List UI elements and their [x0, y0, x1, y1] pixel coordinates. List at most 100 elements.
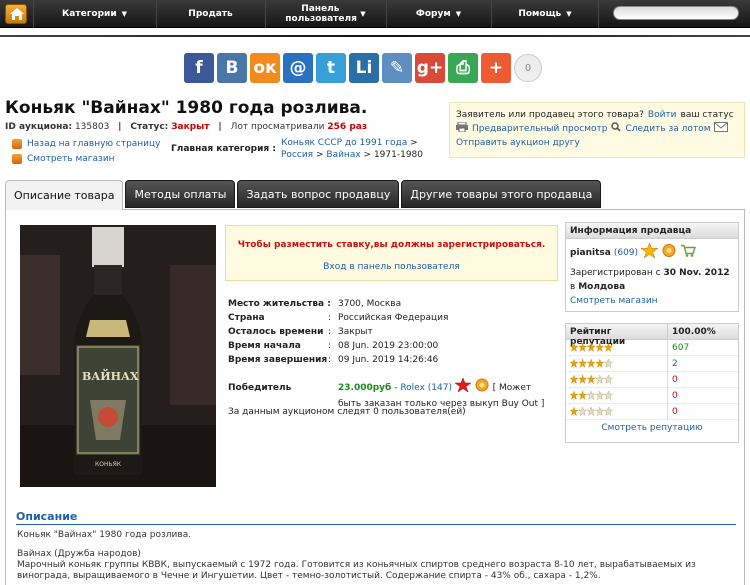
- description-heading: Описание: [16, 510, 78, 523]
- reputation-stars: [566, 339, 668, 356]
- registered-in: в: [570, 282, 576, 292]
- home-button[interactable]: [5, 4, 27, 24]
- badge-icon: [474, 378, 490, 397]
- vkontakte-icon: B: [225, 58, 239, 78]
- twitter-share-button[interactable]: t: [316, 53, 346, 83]
- star-rating-icon: [570, 407, 613, 416]
- end-colon: :: [328, 355, 332, 365]
- print-icon: [456, 121, 468, 137]
- reputation-count: 2: [672, 358, 678, 369]
- print-icon: ⎙: [456, 58, 470, 78]
- livejournal-icon: Li: [355, 58, 373, 78]
- print-share-button[interactable]: ⎙: [448, 53, 478, 83]
- status-label: Статус:: [130, 122, 169, 132]
- registered-prefix: Зарегистрирован с: [570, 268, 661, 278]
- user-panel-login-link[interactable]: Вход в панель пользователя: [226, 262, 557, 272]
- country-colon: :: [328, 313, 332, 323]
- shop-link[interactable]: Смотреть магазин: [27, 154, 115, 164]
- nav-forum-label: Форум: [415, 9, 451, 19]
- tab-ask-seller[interactable]: Задать вопрос продавцу: [237, 180, 400, 208]
- tab-description[interactable]: Описание товара: [5, 180, 124, 210]
- facebook-icon: f: [195, 58, 203, 78]
- star-rating-icon: [570, 391, 613, 400]
- nav-forum[interactable]: Форум ▼: [386, 0, 490, 28]
- livejournal-share-button[interactable]: Li: [349, 53, 379, 83]
- winner-separator: -: [394, 383, 398, 393]
- watch-link[interactable]: Следить за лотом: [625, 123, 710, 136]
- status-value: Закрыт: [171, 122, 210, 132]
- breadcrumb-sep: >: [410, 138, 418, 148]
- star-rating-icon: [570, 343, 613, 352]
- badge-icon: [661, 243, 677, 263]
- vkontakte-share-button[interactable]: B: [217, 53, 247, 83]
- seller-name-row: pianitsa (609): [570, 242, 734, 263]
- nav-user-panel-label: Панель пользователя: [285, 4, 357, 24]
- seller-rating-link[interactable]: (609): [614, 246, 638, 260]
- nav-user-panel[interactable]: Панель пользователя ▼: [265, 0, 385, 28]
- cart-icon: [680, 243, 697, 263]
- preview-watch-row: Предварительный просмотр Следить за лото…: [456, 121, 738, 137]
- twitter-icon: t: [326, 58, 336, 78]
- preview-link[interactable]: Предварительный просмотр: [472, 123, 607, 136]
- shop-link-row[interactable]: Смотреть магазин: [12, 154, 115, 164]
- register-notice: Чтобы разместить ставку,вы должны зареги…: [225, 225, 558, 281]
- reputation-row: 0: [566, 371, 738, 388]
- search-input[interactable]: [613, 6, 739, 20]
- seller-name[interactable]: pianitsa: [570, 246, 611, 260]
- winner-rating-link[interactable]: (147): [428, 383, 452, 393]
- google-plus-share-button[interactable]: g+: [415, 53, 445, 83]
- back-link-row[interactable]: Назад на главную страницу: [12, 139, 160, 149]
- seller-status-box: Заявитель или продавец этого товара? Вой…: [449, 102, 745, 158]
- star-rating-icon: [570, 359, 613, 368]
- back-link[interactable]: Назад на главную страницу: [27, 139, 160, 149]
- reputation-header: Рейтинг репутации 100.00%: [566, 324, 738, 347]
- bottle-illustration: [20, 225, 216, 487]
- id-label: ID аукциона:: [5, 122, 73, 132]
- reputation-count: 0: [672, 406, 678, 417]
- tabs: Описание товара Методы оплаты Задать воп…: [5, 180, 602, 210]
- end-label: Время завершения: [228, 355, 328, 365]
- start-colon: :: [328, 341, 332, 351]
- reputation-box: Рейтинг репутации 100.00% 607 2 0 0 0 Смотре…: [565, 323, 739, 443]
- winner-name-link[interactable]: Rolex: [400, 383, 425, 393]
- tab-payment-methods[interactable]: Методы оплаты: [125, 180, 236, 208]
- more-share-button[interactable]: +: [481, 53, 511, 83]
- login-link[interactable]: Войти: [648, 109, 677, 122]
- chevron-down-icon: ▼: [121, 10, 128, 18]
- winner-note-1: [ Может: [492, 383, 532, 393]
- views-label: Лот просматривали: [230, 122, 325, 132]
- breadcrumb-link-2[interactable]: Россия: [281, 150, 313, 160]
- odnoklassniki-share-button[interactable]: ок: [250, 53, 280, 83]
- envelope-icon: [714, 122, 729, 137]
- breadcrumb-current: 1971-1980: [373, 150, 424, 160]
- country-label: Страна: [228, 313, 265, 323]
- description-divider: [16, 524, 736, 525]
- nav-sell-label: Продать: [188, 9, 233, 19]
- share-count: 0: [514, 54, 542, 82]
- send-friend-link[interactable]: Отправить аукцион другу: [456, 137, 580, 150]
- reputation-stars: [566, 403, 668, 420]
- start-value: 08 Jun. 2019 23:00:00: [338, 341, 439, 351]
- seller-shop-link[interactable]: Смотреть магазин: [570, 294, 734, 308]
- top-nav: Категории ▼ Продать Панель пользователя ▼ …: [0, 0, 750, 28]
- product-photo[interactable]: ВАЙНАХ КОНЬЯК: [20, 225, 216, 487]
- view-reputation-link[interactable]: Смотреть репутацию: [601, 423, 702, 433]
- meta-separator: |: [118, 122, 122, 132]
- mail-share-button[interactable]: @: [283, 53, 313, 83]
- nav-help[interactable]: Помощь ▼: [491, 0, 599, 28]
- livejournal-pen-share-button[interactable]: ✎: [382, 53, 412, 83]
- winning-price: 23.000руб: [338, 383, 392, 393]
- facebook-share-button[interactable]: f: [184, 53, 214, 83]
- nav-sell[interactable]: Продать: [156, 0, 264, 28]
- yellow-star-icon: [640, 242, 659, 263]
- breadcrumb-link-3[interactable]: Вайнах: [326, 150, 360, 160]
- reputation-rows: 607 2 0 0 0: [566, 339, 738, 420]
- reputation-link-row: Смотреть репутацию: [566, 420, 738, 433]
- tab-other-items[interactable]: Другие товары этого продавца: [401, 180, 602, 208]
- colon: :: [327, 299, 331, 309]
- nav-categories[interactable]: Категории ▼: [33, 0, 155, 28]
- breadcrumb-link-1[interactable]: Коньяк СССР до 1991 года: [281, 138, 407, 148]
- location-label: Место жительства: [228, 299, 325, 309]
- seller-login-row: Заявитель или продавец этого товара? Вой…: [456, 109, 738, 122]
- winner-value: 23.000руб - Rolex (147) [ Может быть зак…: [338, 377, 556, 411]
